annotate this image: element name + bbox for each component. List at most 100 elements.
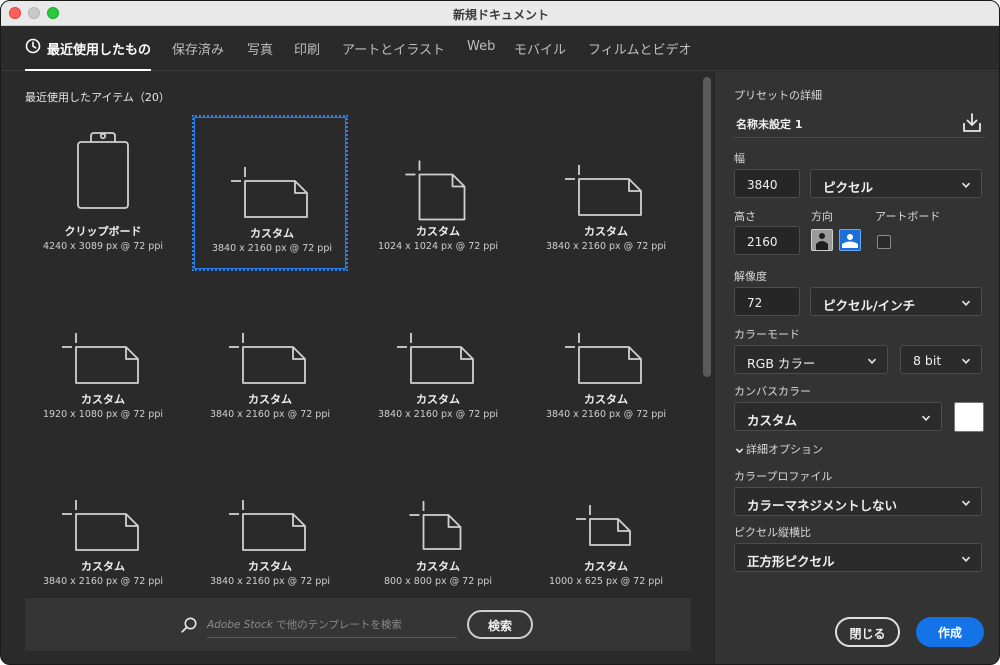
preset-item[interactable]: カスタム 1920 x 1080 px @ 72 ppi [25,283,181,439]
preset-item[interactable]: カスタム 3840 x 2160 px @ 72 ppi [528,283,684,439]
advanced-options-toggle[interactable]: 詳細オプション [735,441,823,457]
preset-item[interactable]: カスタム 3840 x 2160 px @ 72 ppi [528,115,684,271]
preset-item-name: カスタム [250,227,294,240]
preset-item-name: カスタム [584,560,628,573]
tab-print[interactable]: 印刷 [294,39,320,58]
preset-item-name: カスタム [416,225,460,238]
close-button[interactable]: 閉じる [835,617,900,647]
chevron-down-icon [961,556,971,562]
tab-photo[interactable]: 写真 [247,39,273,58]
color-profile-value: カラーマネジメントしない [747,498,898,513]
document-icon [229,500,306,551]
color-profile-label: カラープロファイル [734,470,833,483]
save-preset-icon[interactable] [961,112,983,134]
preset-item[interactable]: カスタム 3840 x 2160 px @ 72 ppi [360,283,516,439]
clipboard-icon [77,132,129,209]
preset-details-panel: プリセットの詳細 名称未設定 1 幅 3840 ピクセル 高さ 方向 アートボー… [714,72,999,664]
preset-item-name: クリップボード [64,225,142,238]
portrait-orientation-icon[interactable] [811,229,833,251]
resolution-unit-value: ピクセル/インチ [823,298,916,313]
preset-item-size: 3840 x 2160 px @ 72 ppi [545,409,667,420]
preset-item[interactable]: クリップボード 4240 x 3089 px @ 72 ppi [25,115,181,271]
color-mode-select[interactable]: RGB カラー [734,345,888,374]
preset-item-name: カスタム [248,560,292,573]
title-bar: 新規ドキュメント [1,1,999,26]
preset-item-name: カスタム [416,560,460,573]
chevron-down-icon [735,447,744,453]
width-unit-value: ピクセル [823,180,874,195]
height-input[interactable]: 2160 [734,226,800,255]
search-brand-text: Adobe Stock [207,619,273,631]
clock-icon [25,38,41,54]
canvas-color-select[interactable]: カスタム [734,402,942,431]
preset-item-size: 3840 x 2160 px @ 72 ppi [545,241,667,252]
tab-recent[interactable]: 最近使用したもの [47,39,151,58]
preset-item-name: カスタム [81,560,125,573]
bit-depth-select[interactable]: 8 bit [900,345,982,374]
preset-details-heading: プリセットの詳細 [734,89,822,102]
window-title: 新規ドキュメント [452,8,549,22]
preset-item[interactable]: カスタム 3840 x 2160 px @ 72 ppi [192,283,348,439]
preset-item-size: 4240 x 3089 px @ 72 ppi [42,241,164,252]
new-document-dialog: 新規ドキュメント 最近使用したもの 保存済み 写真 印刷 アートとイラスト We… [0,0,1000,665]
preset-item-size: 3840 x 2160 px @ 72 ppi [209,409,331,420]
recent-items-heading: 最近使用したアイテム（20） [25,91,170,104]
document-icon [576,505,631,546]
chevron-down-icon [961,358,971,364]
bit-depth-value: 8 bit [913,353,942,368]
color-mode-value: RGB カラー [747,356,816,371]
search-placeholder-text: で他のテンプレートを検索 [272,619,402,631]
preset-item[interactable]: カスタム 3840 x 2160 px @ 72 ppi [192,450,348,606]
chevron-down-icon [867,358,877,364]
width-input[interactable]: 3840 [734,169,800,198]
preset-item[interactable]: カスタム 3840 x 2160 px @ 72 ppi [192,115,348,271]
pixel-aspect-value: 正方形ピクセル [747,554,835,569]
width-unit-select[interactable]: ピクセル [810,169,982,198]
preset-item-name: カスタム [584,393,628,406]
search-icon [181,617,197,633]
document-icon [565,333,642,384]
orientation-label: 方向 [811,210,833,223]
preset-item[interactable]: カスタム 800 x 800 px @ 72 ppi [360,450,516,606]
preset-item[interactable]: カスタム 1024 x 1024 px @ 72 ppi [360,115,516,271]
document-icon [405,160,466,221]
preset-item-name: カスタム [584,225,628,238]
stock-search-bar: Adobe Stock で他のテンプレートを検索 検索 [25,598,691,651]
document-icon [62,333,139,384]
preset-name-field[interactable]: 名称未設定 1 [736,116,802,132]
tab-saved[interactable]: 保存済み [172,39,224,58]
color-mode-label: カラーモード [734,328,800,341]
tab-web[interactable]: Web [467,39,495,54]
scrollbar-thumb[interactable] [703,77,711,377]
color-profile-select[interactable]: カラーマネジメントしない [734,487,982,516]
preset-item-size: 800 x 800 px @ 72 ppi [384,576,492,587]
landscape-orientation-icon[interactable] [839,229,861,251]
tab-art-illustration[interactable]: アートとイラスト [342,39,445,58]
tab-film-video[interactable]: フィルムとビデオ [588,39,691,58]
pixel-aspect-select[interactable]: 正方形ピクセル [734,543,982,572]
document-icon [397,333,474,384]
artboard-checkbox[interactable] [877,235,891,249]
document-icon [409,501,462,550]
height-label: 高さ [734,210,756,223]
preset-name-underline [733,137,985,138]
chevron-down-icon [961,500,971,506]
preset-item-size: 3840 x 2160 px @ 72 ppi [209,576,331,587]
resolution-unit-select[interactable]: ピクセル/インチ [810,287,982,316]
preset-item-size: 3840 x 2160 px @ 72 ppi [377,409,499,420]
chevron-down-icon [961,182,971,188]
document-icon [229,333,306,384]
search-button[interactable]: 検索 [467,610,533,639]
chevron-down-icon [961,300,971,306]
document-icon [62,500,139,551]
stock-search-input[interactable]: Adobe Stock で他のテンプレートを検索 [207,611,457,638]
canvas-color-swatch[interactable] [954,402,984,432]
preset-item[interactable]: カスタム 1000 x 625 px @ 72 ppi [528,450,684,606]
tab-mobile[interactable]: モバイル [514,39,566,58]
resolution-input[interactable]: 72 [734,287,800,316]
preset-item-size: 3840 x 2160 px @ 72 ppi [211,243,333,254]
recent-items-panel: 最近使用したアイテム（20） クリップボード 4240 x 3089 px @ 7… [1,72,714,664]
canvas-color-value: カスタム [747,413,798,428]
create-button[interactable]: 作成 [916,617,984,647]
preset-item[interactable]: カスタム 3840 x 2160 px @ 72 ppi [25,450,181,606]
